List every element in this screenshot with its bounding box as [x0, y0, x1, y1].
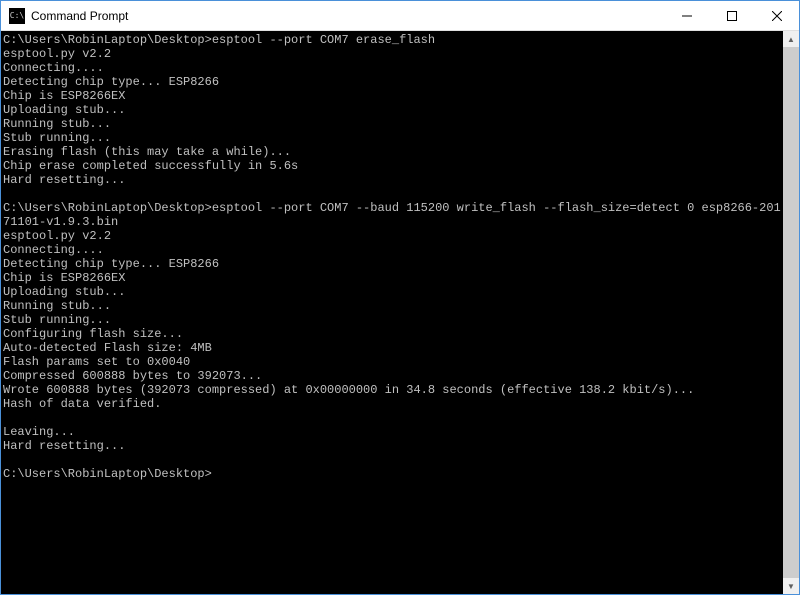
scroll-up-button[interactable]: ▲: [783, 31, 799, 47]
window-title: Command Prompt: [31, 9, 664, 23]
scroll-down-button[interactable]: ▼: [783, 578, 799, 594]
minimize-icon: [682, 11, 692, 21]
titlebar[interactable]: C:\ Command Prompt: [1, 1, 799, 31]
terminal-container: C:\Users\RobinLaptop\Desktop>esptool --p…: [1, 31, 799, 594]
maximize-icon: [727, 11, 737, 21]
scroll-track[interactable]: [783, 47, 799, 578]
cmd-icon: C:\: [9, 8, 25, 24]
minimize-button[interactable]: [664, 1, 709, 30]
scroll-thumb[interactable]: [783, 47, 799, 578]
maximize-button[interactable]: [709, 1, 754, 30]
terminal-output[interactable]: C:\Users\RobinLaptop\Desktop>esptool --p…: [1, 31, 783, 594]
close-button[interactable]: [754, 1, 799, 30]
window-controls: [664, 1, 799, 30]
scrollbar[interactable]: ▲ ▼: [783, 31, 799, 594]
close-icon: [772, 11, 782, 21]
